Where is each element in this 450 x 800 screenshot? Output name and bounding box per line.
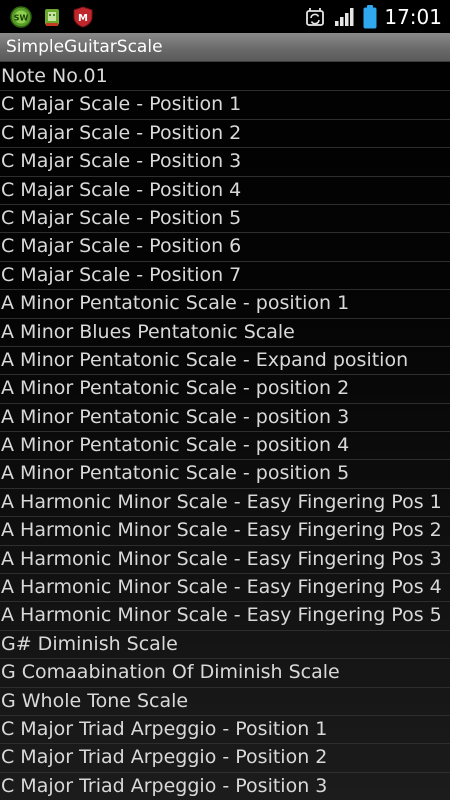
title-bar: SimpleGuitarScale bbox=[0, 33, 450, 62]
list-item[interactable]: C Major Triad Arpeggio - Position 2 bbox=[0, 744, 450, 773]
status-bar: SW M 17:01 bbox=[0, 0, 450, 33]
app-title: SimpleGuitarScale bbox=[6, 37, 163, 57]
mcafee-shield-icon: M bbox=[72, 5, 94, 28]
android-icon bbox=[41, 6, 63, 28]
list-item[interactable]: A Minor Pentatonic Scale - position 3 bbox=[0, 404, 450, 433]
list-item[interactable]: A Harmonic Minor Scale - Easy Fingering … bbox=[0, 546, 450, 575]
clock: 17:01 bbox=[384, 4, 442, 29]
svg-text:SW: SW bbox=[14, 13, 29, 22]
list-item[interactable]: A Minor Pentatonic Scale - position 4 bbox=[0, 432, 450, 461]
list-item[interactable]: G Comaabination Of Diminish Scale bbox=[0, 659, 450, 688]
list-item[interactable]: A Minor Blues Pentatonic Scale bbox=[0, 319, 450, 347]
list-item[interactable]: C Majar Scale - Position 2 bbox=[0, 120, 450, 149]
list-item[interactable]: A Harmonic Minor Scale - Easy Fingering … bbox=[0, 517, 450, 546]
list-item[interactable]: C Major Triad Arpeggio - Position 3 bbox=[0, 773, 450, 800]
list-item[interactable]: A Minor Pentatonic Scale - position 1 bbox=[0, 290, 450, 319]
list-item[interactable]: A Minor Pentatonic Scale - Expand positi… bbox=[0, 347, 450, 376]
list-item[interactable]: Note No.01 bbox=[0, 63, 450, 92]
svg-text:M: M bbox=[78, 13, 88, 24]
list-item[interactable]: A Minor Pentatonic Scale - position 2 bbox=[0, 375, 450, 404]
list-item[interactable]: G Whole Tone Scale bbox=[0, 688, 450, 716]
sw-app-icon: SW bbox=[10, 5, 32, 28]
list-item[interactable]: C Majar Scale - Position 4 bbox=[0, 177, 450, 205]
screen: SW M 17:01 SimpleGuitarScale Note No.01 … bbox=[0, 0, 450, 800]
list-item[interactable]: C Majar Scale - Position 3 bbox=[0, 148, 450, 177]
list-item[interactable]: A Minor Pentatonic Scale - position 5 bbox=[0, 460, 450, 489]
list-item[interactable]: A Harmonic Minor Scale - Easy Fingering … bbox=[0, 574, 450, 603]
signal-strength-icon bbox=[334, 7, 356, 27]
list-item[interactable]: G# Diminish Scale bbox=[0, 631, 450, 660]
list-item[interactable]: C Majar Scale - Position 1 bbox=[0, 91, 450, 120]
list-item[interactable]: C Majar Scale - Position 6 bbox=[0, 233, 450, 262]
battery-icon bbox=[363, 4, 377, 29]
notification-icons: SW M bbox=[10, 5, 103, 28]
sync-icon bbox=[303, 5, 327, 29]
list-item[interactable]: A Harmonic Minor Scale - Easy Fingering … bbox=[0, 489, 450, 518]
list-item[interactable]: A Harmonic Minor Scale - Easy Fingering … bbox=[0, 602, 450, 631]
scale-list[interactable]: Note No.01 C Majar Scale - Position 1C Ma… bbox=[0, 63, 450, 800]
list-item[interactable]: C Majar Scale - Position 7 bbox=[0, 262, 450, 291]
list-item[interactable]: C Major Triad Arpeggio - Position 1 bbox=[0, 716, 450, 745]
list-item[interactable]: C Majar Scale - Position 5 bbox=[0, 205, 450, 234]
system-status-icons: 17:01 bbox=[303, 0, 450, 33]
